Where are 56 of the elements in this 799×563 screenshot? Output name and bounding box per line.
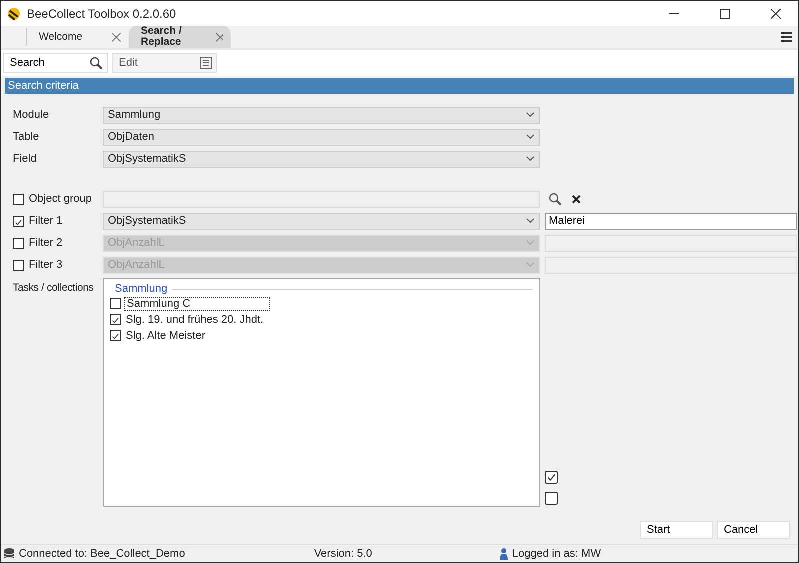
search-icon [90, 56, 103, 70]
checkbox[interactable] [110, 314, 121, 325]
dialog-button[interactable]: Cancel [717, 521, 790, 539]
list-item[interactable]: Slg. Alte Meister [124, 330, 208, 342]
field-label: Field [13, 153, 38, 165]
window-title: BeeCollect Toolbox 0.2.0.60 [27, 6, 178, 20]
clear-icon[interactable] [572, 194, 581, 204]
close-icon [770, 8, 780, 18]
search-button[interactable]: Search [3, 53, 108, 73]
connection-status: Connected to: Bee_Collect_Demo [19, 548, 186, 560]
edit-button[interactable]: Edit [112, 53, 217, 73]
chevron-icon [526, 112, 535, 118]
tab[interactable]: Welcome [27, 26, 129, 48]
version-text: Version: 5.0 [314, 548, 372, 560]
dropdown[interactable]: Sammlung [103, 106, 540, 124]
bee-logo-icon [7, 6, 21, 20]
list-icon [200, 57, 212, 69]
chevron-icon [526, 262, 535, 268]
chevron-icon [526, 156, 535, 162]
list-item[interactable]: Sammlung C [124, 296, 270, 310]
field-label: Table [13, 131, 40, 143]
dropdown[interactable]: ObjDaten [103, 128, 540, 146]
dropdown[interactable]: ObjSystematikS [103, 150, 540, 168]
field-label: Module [13, 109, 50, 121]
checkbox-label: Object group [29, 193, 92, 205]
chevron-icon [526, 240, 535, 246]
section-header: Search criteria [5, 78, 794, 94]
search-icon[interactable] [549, 192, 562, 206]
dropdown[interactable]: ObjSystematikS [103, 212, 540, 230]
chevron-icon [526, 134, 535, 140]
user-icon [500, 548, 508, 560]
dialog-button[interactable]: Start [640, 521, 713, 539]
close-icon[interactable] [216, 32, 223, 42]
checkbox[interactable] [110, 330, 121, 341]
checkbox[interactable] [545, 471, 558, 484]
checkbox-label: Filter 2 [29, 237, 63, 249]
checkbox[interactable] [13, 194, 24, 204]
tab[interactable]: Search / Replace [129, 26, 231, 48]
checkbox[interactable] [13, 216, 24, 226]
chevron-icon [526, 218, 535, 224]
input-field[interactable]: Malerei [545, 212, 797, 230]
input-field[interactable] [545, 256, 797, 274]
field-label: Tasks / collections [13, 281, 95, 296]
group-title: Sammlung [115, 283, 168, 295]
checkbox-label: Filter 3 [29, 259, 63, 271]
checkbox-label: Filter 1 [29, 215, 63, 227]
close-icon[interactable] [112, 32, 121, 42]
checkbox[interactable] [545, 492, 558, 505]
checkbox[interactable] [110, 298, 121, 309]
input-field[interactable] [545, 234, 797, 252]
menu-icon[interactable] [781, 32, 792, 42]
list-item[interactable]: Slg. 19. und frühes 20. Jhdt. [124, 314, 266, 326]
user-status: Logged in as: MW [512, 548, 602, 560]
database-icon [4, 548, 15, 560]
maximize-icon [720, 8, 730, 18]
minimize-icon [668, 13, 678, 14]
